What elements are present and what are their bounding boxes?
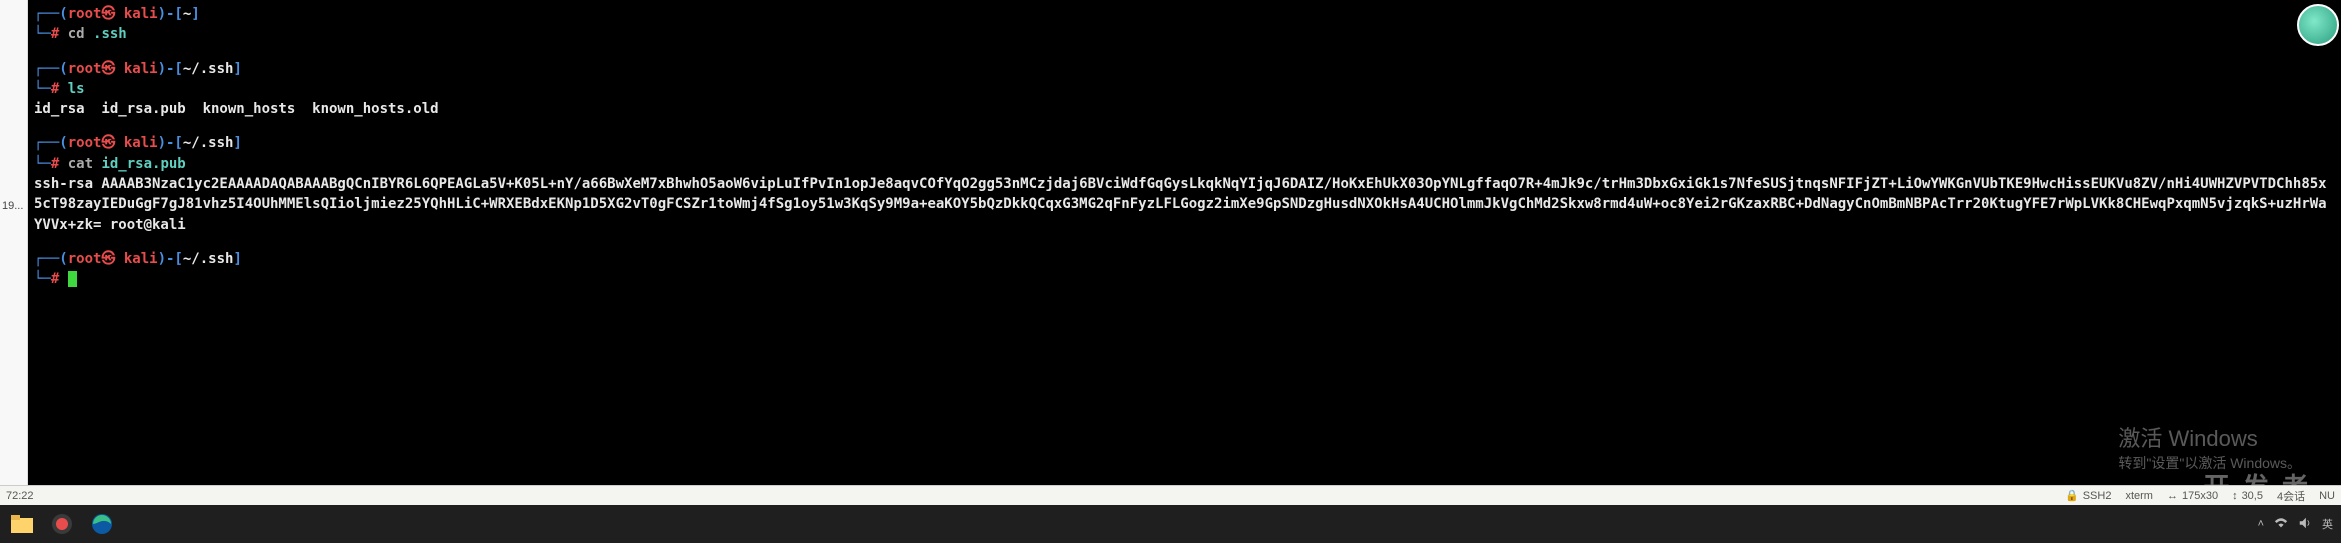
status-sessions: 4会话 (2277, 488, 2305, 504)
tray-volume-icon[interactable] (2298, 516, 2312, 533)
terminal-pane[interactable]: ┌──(root㉿ kali)-[~]└─# cd .ssh ┌──(root㉿ … (28, 0, 2341, 485)
system-tray[interactable]: ˄ 英 (2258, 516, 2333, 533)
prompt-line: ┌──(root㉿ kali)-[~/.ssh] (34, 59, 2335, 79)
command-output: ssh-rsa AAAAB3NzaC1yc2EAAAADAQABAAABgQCn… (34, 174, 2335, 235)
tray-chevron-up-icon[interactable]: ˄ (2258, 518, 2264, 530)
command-output: id_rsa id_rsa.pub known_hosts known_host… (34, 99, 2335, 119)
prompt-line: ┌──(root㉿ kali)-[~] (34, 4, 2335, 24)
avatar (2297, 4, 2339, 46)
resize-icon: ↔ (2167, 490, 2178, 502)
command-line: └─# cat id_rsa.pub (34, 154, 2335, 174)
status-bar: 72:22 🔒SSH2 xterm ↔175x30 ↕30,5 4会话 NU (0, 485, 2341, 505)
status-termtype: xterm (2125, 490, 2153, 502)
status-ssh: 🔒SSH2 (2065, 489, 2111, 502)
lock-icon: 🔒 (2065, 489, 2079, 502)
status-size: ↔175x30 (2167, 490, 2218, 502)
terminal-cursor (68, 271, 77, 287)
taskbar-file-explorer-icon[interactable] (8, 510, 36, 538)
command-line: └─# (34, 269, 2335, 289)
editor-gutter: 19... (0, 0, 28, 505)
windows-activation-watermark: 激活 Windows 转到"设置"以激活 Windows。 (2118, 421, 2301, 473)
tray-wifi-icon[interactable] (2274, 516, 2288, 533)
status-left: 72:22 (6, 490, 34, 502)
status-pos: ↕30,5 (2232, 490, 2263, 502)
gutter-label: 19... (2, 200, 23, 212)
prompt-line: ┌──(root㉿ kali)-[~/.ssh] (34, 249, 2335, 269)
cursor-pos-icon: ↕ (2232, 490, 2238, 502)
taskbar-xshell-icon[interactable] (48, 510, 76, 538)
tray-ime-icon[interactable]: 英 (2322, 516, 2333, 532)
status-extra: NU (2319, 490, 2335, 502)
command-line: └─# ls (34, 79, 2335, 99)
command-line: └─# cd .ssh (34, 24, 2335, 44)
watermark-title: 激活 Windows (2118, 421, 2301, 453)
windows-taskbar[interactable]: ˄ 英 (0, 505, 2341, 543)
taskbar-edge-icon[interactable] (88, 510, 116, 538)
prompt-line: ┌──(root㉿ kali)-[~/.ssh] (34, 133, 2335, 153)
